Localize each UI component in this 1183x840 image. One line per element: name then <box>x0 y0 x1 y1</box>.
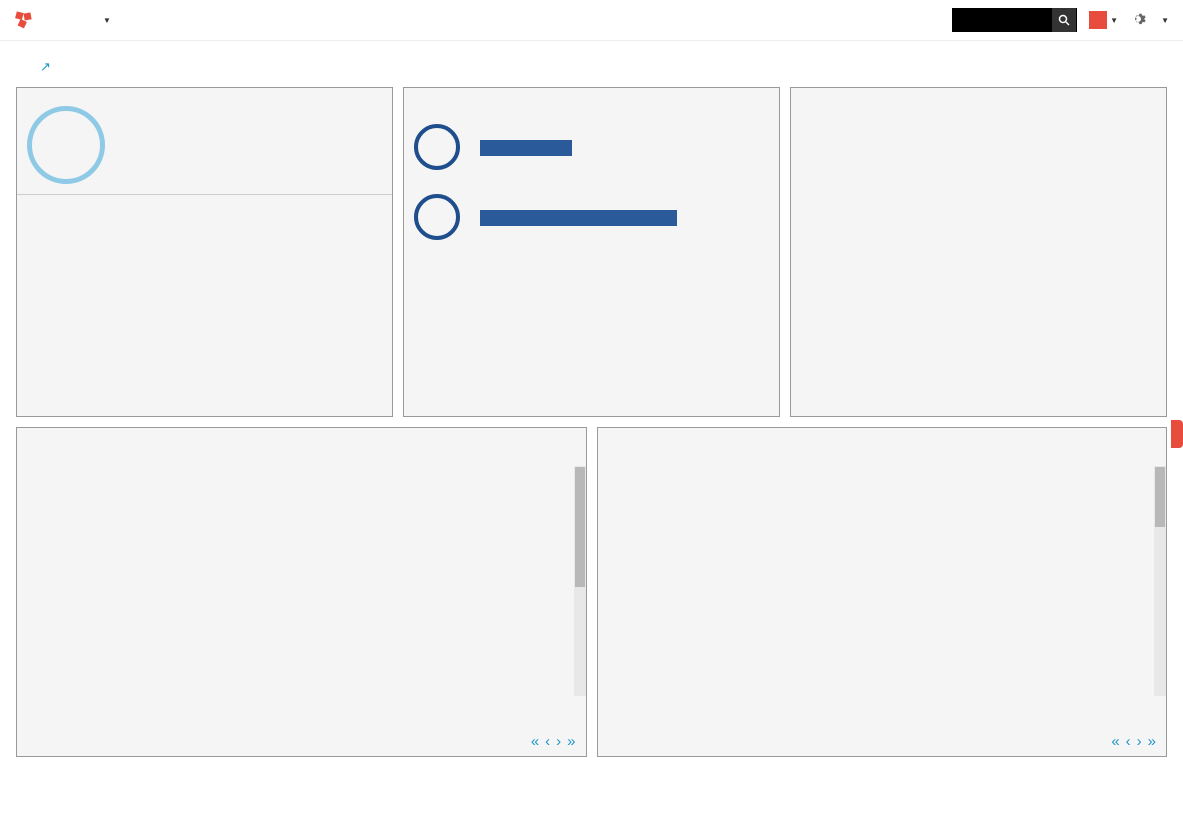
pager-controls: « ‹ › » <box>1111 733 1156 750</box>
service-bar-wrap <box>480 208 769 226</box>
storage-bar <box>480 140 572 156</box>
pager-prev[interactable]: ‹ <box>545 733 550 750</box>
pager-first[interactable]: « <box>531 733 539 750</box>
panel-warranty: « ‹ › » <box>16 427 587 757</box>
pager-last[interactable]: » <box>567 733 575 750</box>
admin-menu[interactable]: ▼ <box>1158 16 1169 25</box>
scrollbar[interactable] <box>1154 466 1166 696</box>
color-picker[interactable]: ▼ <box>1089 11 1118 29</box>
bar-chart <box>801 104 1156 360</box>
settings-button[interactable] <box>1130 11 1146 30</box>
service-count <box>414 194 460 240</box>
page-header: ↗ <box>0 41 1183 87</box>
panel-title <box>17 428 586 440</box>
scroll-thumb[interactable] <box>575 467 585 587</box>
pager-first[interactable]: « <box>1111 733 1119 750</box>
panel-asset-classification <box>790 87 1167 417</box>
pager-next[interactable]: › <box>1137 733 1142 750</box>
panel-title <box>598 428 1167 440</box>
nav-request-forms[interactable]: ▼ <box>100 16 111 25</box>
main-nav: ▼ <box>60 16 171 25</box>
panel-asset-status <box>403 87 780 417</box>
search-input[interactable] <box>952 9 1052 31</box>
search-icon <box>1058 14 1070 26</box>
scroll-thumb[interactable] <box>1155 467 1165 527</box>
dashboard-grid: « ‹ › » « ‹ › <box>0 87 1183 757</box>
pager-last[interactable]: » <box>1148 733 1156 750</box>
service-row <box>414 194 769 240</box>
color-swatch <box>1089 11 1107 29</box>
stat-list <box>17 194 392 229</box>
panel-title <box>404 88 779 100</box>
panel-title <box>791 88 1166 100</box>
storage-count <box>414 124 460 170</box>
storage-bar-wrap <box>480 138 769 156</box>
grid-row-1 <box>16 87 1167 417</box>
total-assets-count <box>27 106 105 184</box>
top-bar: ▼ ▼ ▼ <box>0 0 1183 41</box>
asset-status-body <box>404 100 779 274</box>
chevron-down-icon: ▼ <box>1110 16 1118 25</box>
gear-icon <box>1130 11 1146 27</box>
fullscreen-link[interactable]: ↗ <box>40 59 51 75</box>
chart-area <box>791 100 1166 370</box>
top-right-controls: ▼ ▼ <box>952 8 1169 32</box>
chat-live-tab[interactable] <box>1171 420 1183 448</box>
scrollbar[interactable] <box>574 466 586 696</box>
brand-logo[interactable] <box>14 10 40 30</box>
maintenance-pager: « ‹ › » <box>608 729 1157 750</box>
pager-controls: « ‹ › » <box>531 733 576 750</box>
warranty-pager: « ‹ › » <box>27 729 576 750</box>
warranty-table-wrap <box>17 440 586 700</box>
service-bar <box>480 210 677 226</box>
pager-prev[interactable]: ‹ <box>1126 733 1131 750</box>
search-box <box>952 8 1077 32</box>
pager-next[interactable]: › <box>556 733 561 750</box>
storage-row <box>414 124 769 170</box>
logo-icon <box>14 10 34 30</box>
grid-row-2: « ‹ › » « ‹ › <box>16 427 1167 757</box>
panel-title <box>17 88 392 100</box>
chevron-down-icon: ▼ <box>1161 16 1169 25</box>
panel-total-assets <box>16 87 393 417</box>
maintenance-table-wrap <box>598 440 1167 700</box>
chevron-down-icon: ▼ <box>103 16 111 25</box>
panel-maintenance: « ‹ › » <box>597 427 1168 757</box>
search-button[interactable] <box>1052 8 1076 32</box>
